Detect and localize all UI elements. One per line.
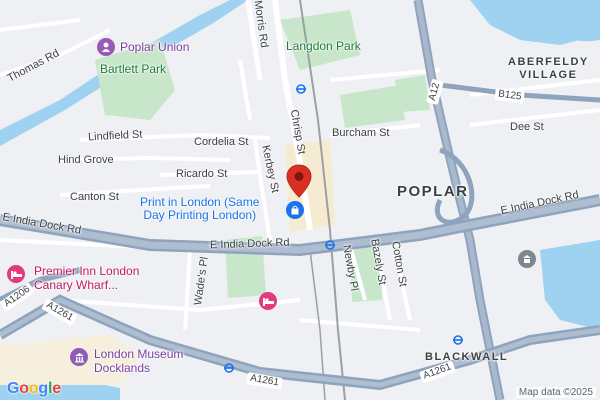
hotel-bed-icon[interactable]	[7, 265, 25, 283]
google-logo: Google	[7, 380, 61, 397]
station-icon-4[interactable]	[453, 335, 463, 345]
area-label-aberfeldy: ABERFELDY VILLAGE	[508, 56, 589, 81]
poplar-union-icon[interactable]	[97, 38, 115, 56]
station-icon-3[interactable]	[224, 363, 234, 373]
park-label-bartlett[interactable]: Bartlett Park	[100, 63, 166, 75]
selected-place-pin-icon[interactable]	[286, 164, 312, 198]
street-label-hind-grove: Hind Grove	[58, 154, 114, 166]
green-patch-4	[395, 75, 430, 112]
hotel-bed-icon-secondary[interactable]	[259, 292, 277, 310]
map-canvas[interactable]: POPLAR BLACKWALL ABERFELDY VILLAGE Langd…	[0, 0, 600, 400]
station-icon-1[interactable]	[296, 84, 306, 94]
building-icon[interactable]	[518, 250, 536, 268]
street-label-dee-st: Dee St	[510, 121, 544, 133]
poi-label-premier-inn[interactable]: Premier Inn London Canary Wharf...	[34, 264, 139, 292]
poi-label-london-museum[interactable]: London Museum Docklands	[94, 347, 183, 375]
street-label-ricardo-st: Ricardo St	[176, 168, 228, 180]
area-label-blackwall: BLACKWALL	[425, 351, 509, 363]
street-label-canton-st: Canton St	[70, 191, 119, 203]
station-icon-2[interactable]	[325, 240, 335, 250]
park-label-langdon[interactable]: Langdon Park	[286, 40, 361, 52]
map-attribution[interactable]: Map data ©2025	[515, 387, 596, 398]
area-label-poplar: POPLAR	[397, 183, 469, 200]
shopping-bag-icon[interactable]	[286, 201, 304, 219]
poi-label-selected-place[interactable]: Print in London (Same Day Printing Londo…	[140, 196, 259, 222]
museum-icon[interactable]	[70, 348, 88, 366]
street-label-burcham-st: Burcham St	[332, 127, 390, 139]
poi-label-poplar-union[interactable]: Poplar Union	[120, 41, 189, 53]
street-label-cordelia-st: Cordelia St	[194, 136, 249, 148]
